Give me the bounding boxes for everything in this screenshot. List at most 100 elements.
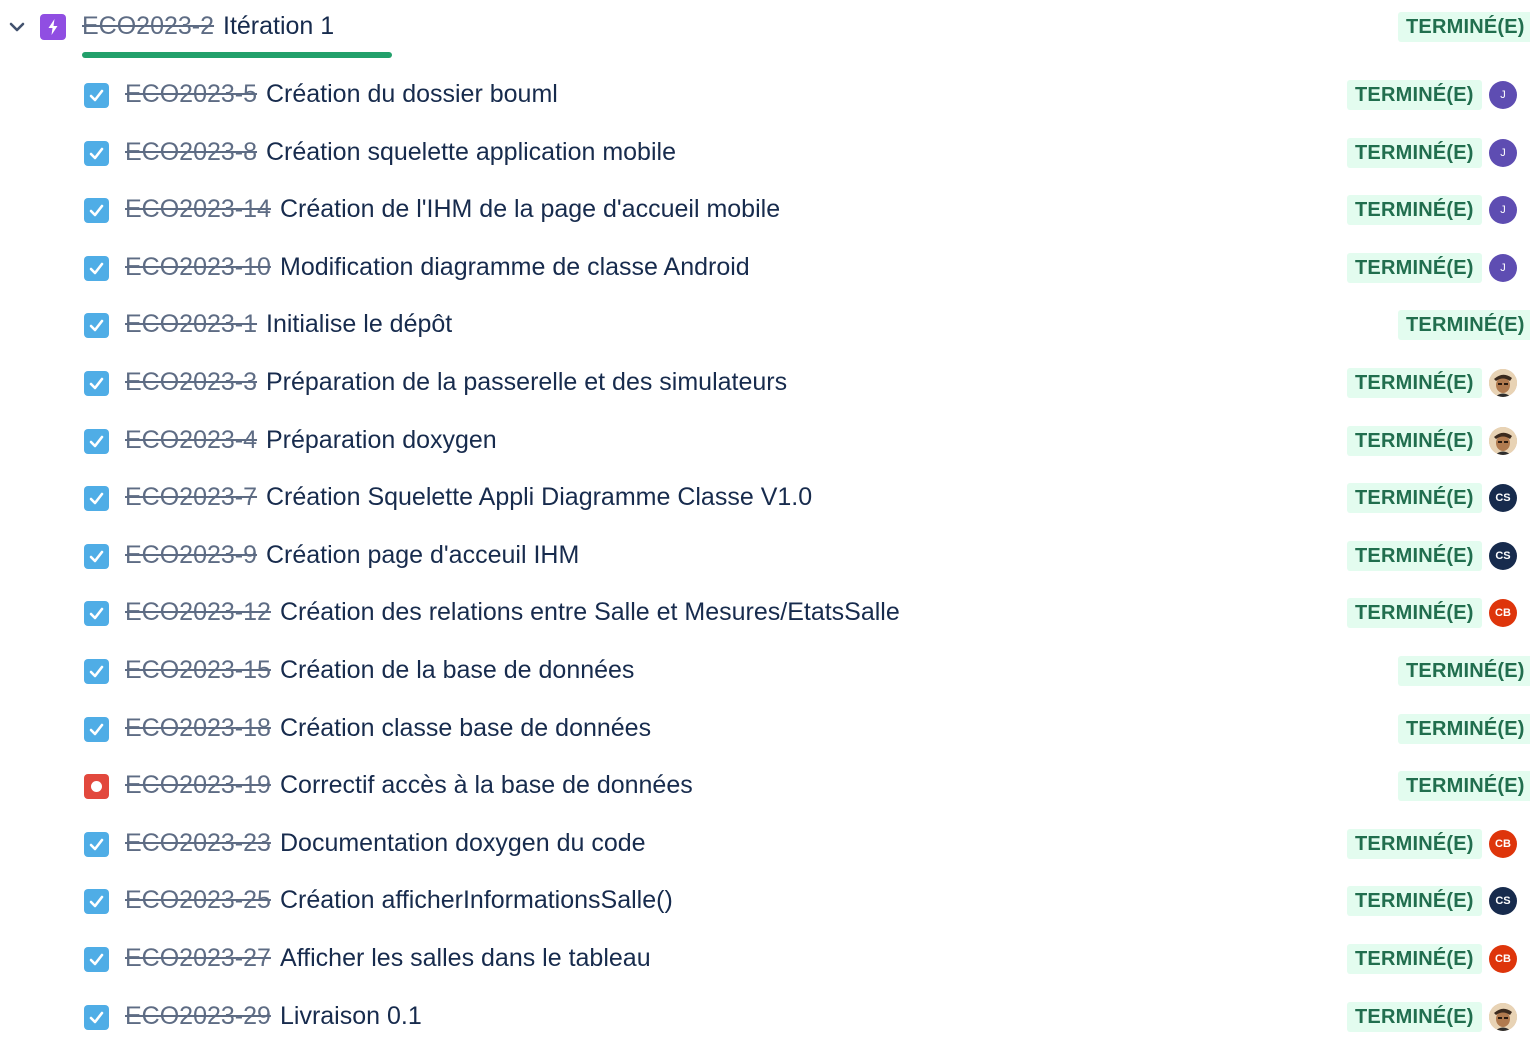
status-lozenge[interactable]: TERMINÉ(E): [1398, 656, 1530, 686]
issue-key-link[interactable]: ECO2023-4: [125, 426, 257, 455]
assignee-avatar-photo[interactable]: [1489, 369, 1517, 397]
issue-title[interactable]: Documentation doxygen du code: [280, 829, 646, 858]
epic-key-link[interactable]: ECO2023-2: [82, 12, 214, 41]
task-checkbox-icon: [84, 659, 109, 684]
status-lozenge[interactable]: TERMINÉ(E): [1347, 253, 1482, 283]
issue-title[interactable]: Création squelette application mobile: [266, 138, 676, 167]
status-lozenge[interactable]: TERMINÉ(E): [1347, 598, 1482, 628]
status-lozenge[interactable]: TERMINÉ(E): [1347, 829, 1482, 859]
epic-title[interactable]: Itération 1: [223, 12, 334, 41]
status-lozenge[interactable]: TERMINÉ(E): [1347, 483, 1482, 513]
issue-key-link[interactable]: ECO2023-15: [125, 656, 271, 685]
assignee-avatar-photo[interactable]: [1489, 1003, 1517, 1031]
issue-title[interactable]: Préparation de la passerelle et des simu…: [266, 368, 787, 397]
epic-row[interactable]: ECO2023-2 Itération 1 TERMINÉ(E): [0, 0, 1530, 54]
issue-title[interactable]: Création du dossier bouml: [266, 80, 558, 109]
issue-row[interactable]: ECO2023-25 Création afficherInformationsS…: [0, 872, 1530, 930]
status-lozenge[interactable]: TERMINÉ(E): [1347, 426, 1482, 456]
task-checkbox-icon: [84, 1005, 109, 1030]
issue-row[interactable]: ECO2023-18 Création classe base de donnée…: [0, 700, 1530, 758]
issue-title[interactable]: Création de la base de données: [280, 656, 634, 685]
issue-title[interactable]: Création classe base de données: [280, 714, 651, 743]
task-checkbox-icon: [84, 601, 109, 626]
task-checkbox-icon: [84, 198, 109, 223]
issue-title[interactable]: Préparation doxygen: [266, 426, 497, 455]
issue-row[interactable]: ECO2023-15 Création de la base de données…: [0, 642, 1530, 700]
task-checkbox-icon: [84, 544, 109, 569]
issue-key-link[interactable]: ECO2023-29: [125, 1002, 271, 1031]
assignee-avatar[interactable]: CS: [1489, 887, 1517, 915]
assignee-avatar[interactable]: J: [1489, 81, 1517, 109]
issue-key-link[interactable]: ECO2023-9: [125, 541, 257, 570]
issue-key-link[interactable]: ECO2023-23: [125, 829, 271, 858]
issue-key-link[interactable]: ECO2023-1: [125, 310, 257, 339]
issue-key-link[interactable]: ECO2023-27: [125, 944, 271, 973]
issue-key-link[interactable]: ECO2023-18: [125, 714, 271, 743]
issue-row[interactable]: ECO2023-19 Correctif accès à la base de d…: [0, 757, 1530, 815]
assignee-avatar[interactable]: CS: [1489, 484, 1517, 512]
issue-row[interactable]: ECO2023-14 Création de l'IHM de la page d…: [0, 181, 1530, 239]
task-checkbox-icon: [84, 313, 109, 338]
epic-progress-bar: [82, 52, 392, 58]
issue-title[interactable]: Modification diagramme de classe Android: [280, 253, 750, 282]
issue-key-link[interactable]: ECO2023-14: [125, 195, 271, 224]
issue-row[interactable]: ECO2023-5 Création du dossier bouml TERMIN…: [0, 66, 1530, 124]
status-lozenge[interactable]: TERMINÉ(E): [1347, 1002, 1482, 1032]
issue-title[interactable]: Création Squelette Appli Diagramme Class…: [266, 483, 812, 512]
epic-status-lozenge[interactable]: TERMINÉ(E): [1398, 12, 1530, 42]
issue-row[interactable]: ECO2023-8 Création squelette application …: [0, 124, 1530, 182]
issue-row[interactable]: ECO2023-27 Afficher les salles dans le ta…: [0, 930, 1530, 988]
assignee-avatar[interactable]: J: [1489, 196, 1517, 224]
assignee-avatar[interactable]: CB: [1489, 599, 1517, 627]
issue-title[interactable]: Correctif accès à la base de données: [280, 771, 693, 800]
task-checkbox-icon: [84, 947, 109, 972]
issue-title[interactable]: Création page d'acceuil IHM: [266, 541, 579, 570]
issue-row[interactable]: ECO2023-10 Modification diagramme de clas…: [0, 239, 1530, 297]
assignee-avatar[interactable]: CS: [1489, 542, 1517, 570]
issue-row[interactable]: ECO2023-12 Création des relations entre S…: [0, 584, 1530, 642]
issue-title[interactable]: Afficher les salles dans le tableau: [280, 944, 651, 973]
issue-key-link[interactable]: ECO2023-19: [125, 771, 271, 800]
issue-row[interactable]: ECO2023-7 Création Squelette Appli Diagra…: [0, 469, 1530, 527]
status-lozenge[interactable]: TERMINÉ(E): [1347, 944, 1482, 974]
assignee-avatar[interactable]: CB: [1489, 830, 1517, 858]
status-lozenge[interactable]: TERMINÉ(E): [1398, 310, 1530, 340]
issue-title[interactable]: Création afficherInformationsSalle(): [280, 886, 673, 915]
status-lozenge[interactable]: TERMINÉ(E): [1347, 80, 1482, 110]
status-lozenge[interactable]: TERMINÉ(E): [1347, 886, 1482, 916]
issue-row[interactable]: ECO2023-4 Préparation doxygen TERMINÉ(E): [0, 412, 1530, 470]
chevron-down-icon[interactable]: [8, 18, 26, 36]
status-lozenge[interactable]: TERMINÉ(E): [1347, 138, 1482, 168]
assignee-avatar[interactable]: J: [1489, 254, 1517, 282]
issue-row[interactable]: ECO2023-1 Initialise le dépôt TERMINÉ(E): [0, 296, 1530, 354]
status-lozenge[interactable]: TERMINÉ(E): [1398, 771, 1530, 801]
issue-key-link[interactable]: ECO2023-3: [125, 368, 257, 397]
issue-key-link[interactable]: ECO2023-5: [125, 80, 257, 109]
issue-title[interactable]: Livraison 0.1: [280, 1002, 422, 1031]
status-lozenge[interactable]: TERMINÉ(E): [1347, 195, 1482, 225]
issue-row[interactable]: ECO2023-23 Documentation doxygen du code T…: [0, 815, 1530, 873]
issue-row[interactable]: ECO2023-29 Livraison 0.1 TERMINÉ(E): [0, 988, 1530, 1046]
assignee-avatar-photo[interactable]: [1489, 427, 1517, 455]
issue-key-link[interactable]: ECO2023-25: [125, 886, 271, 915]
status-lozenge[interactable]: TERMINÉ(E): [1347, 541, 1482, 571]
task-checkbox-icon: [84, 256, 109, 281]
issue-key-link[interactable]: ECO2023-7: [125, 483, 257, 512]
task-checkbox-icon: [84, 832, 109, 857]
issue-row[interactable]: ECO2023-3 Préparation de la passerelle et…: [0, 354, 1530, 412]
issue-title[interactable]: Création des relations entre Salle et Me…: [280, 598, 900, 627]
status-lozenge[interactable]: TERMINÉ(E): [1347, 368, 1482, 398]
issue-title[interactable]: Création de l'IHM de la page d'accueil m…: [280, 195, 780, 224]
epic-lightning-icon: [40, 14, 66, 40]
assignee-avatar[interactable]: CB: [1489, 945, 1517, 973]
issue-key-link[interactable]: ECO2023-8: [125, 138, 257, 167]
assignee-avatar[interactable]: J: [1489, 139, 1517, 167]
task-checkbox-icon: [84, 889, 109, 914]
issue-key-link[interactable]: ECO2023-10: [125, 253, 271, 282]
task-checkbox-icon: [84, 371, 109, 396]
issue-row[interactable]: ECO2023-9 Création page d'acceuil IHM TERM…: [0, 527, 1530, 585]
status-lozenge[interactable]: TERMINÉ(E): [1398, 714, 1530, 744]
issue-title[interactable]: Initialise le dépôt: [266, 310, 452, 339]
bug-icon: [84, 774, 109, 799]
issue-key-link[interactable]: ECO2023-12: [125, 598, 271, 627]
